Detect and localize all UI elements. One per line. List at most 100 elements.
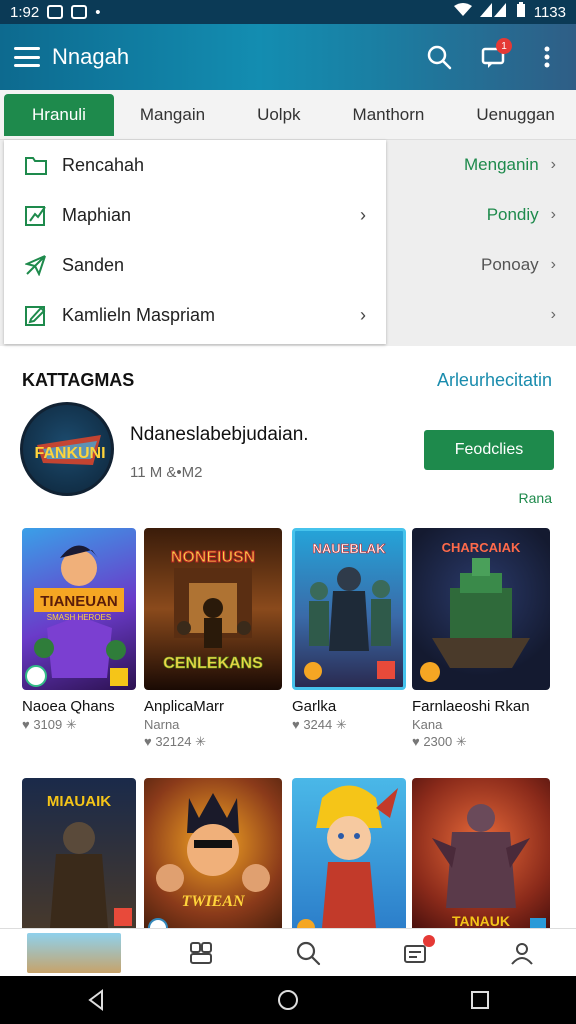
nav-library[interactable]: [385, 933, 445, 973]
side-item-label: Ponoay: [481, 255, 539, 274]
chart-icon: [24, 203, 48, 227]
wifi-icon: [453, 3, 472, 21]
side-item-more[interactable]: ›: [390, 290, 576, 340]
chevron-right-icon: ›: [550, 206, 556, 223]
send-icon: [24, 253, 48, 277]
game-name: Naoea Qhans: [22, 698, 115, 715]
game-card[interactable]: [292, 778, 406, 940]
featured-game-avatar[interactable]: FANKUNI: [20, 402, 114, 496]
home-button[interactable]: [266, 978, 310, 1022]
search-button[interactable]: [424, 42, 454, 72]
nav-home[interactable]: [24, 932, 124, 973]
bottom-navigation: [0, 928, 576, 976]
game-cover[interactable]: NAUEBLAK: [292, 528, 406, 690]
menu-item-label: Rencahah: [62, 154, 145, 175]
nav-categories[interactable]: [171, 933, 231, 973]
section-title: KATTAGMAS: [22, 370, 135, 390]
chevron-right-icon: ›: [360, 204, 366, 225]
menu-item-label: Kamlieln Maspriam: [62, 304, 216, 325]
back-button[interactable]: [74, 978, 118, 1022]
game-meta: Narna: [144, 717, 180, 732]
game-cover[interactable]: CHARCAIAK: [412, 528, 550, 690]
game-name: AnplicaMarr: [144, 698, 225, 715]
game-meta-secondary: ♥ 32124 ✳: [144, 734, 206, 749]
tab-uolpk[interactable]: Uolpk: [231, 94, 326, 136]
dot-icon: •: [95, 3, 101, 21]
game-card[interactable]: CHARCAIAK Farnlaeoshi Rkan Kana ♥ 2300 ✳: [412, 528, 550, 750]
game-card[interactable]: MIAUAIK: [22, 778, 136, 940]
cover-title: TIANEUAN: [40, 593, 118, 610]
side-item-label: Menganin: [464, 155, 539, 174]
categories-section: KATTAGMAS Arleurhecitatin FANKUNI Ndanes…: [4, 352, 574, 940]
side-item-menganin[interactable]: Menganin ›: [390, 140, 576, 190]
menu-item-sanden[interactable]: Sanden: [4, 240, 386, 290]
featured-action-button[interactable]: Feodclies: [424, 430, 554, 470]
tab-mangain[interactable]: Mangain: [114, 94, 231, 136]
side-item-ponoay[interactable]: Ponoay ›: [390, 240, 576, 290]
profile-icon: [511, 942, 534, 965]
notification-dot: [423, 934, 436, 947]
cover-subtitle: SMASH HEROES: [47, 613, 111, 622]
categories-icon: [189, 941, 212, 964]
game-cover[interactable]: TIANEUAN SMASH HEROES: [22, 528, 136, 690]
overflow-menu-button[interactable]: [532, 42, 562, 72]
notifications-button[interactable]: 1: [478, 38, 512, 72]
game-cover[interactable]: MIAUAIK: [22, 778, 136, 940]
menu-item-maphian[interactable]: Maphian ›: [4, 190, 386, 240]
game-cover[interactable]: [292, 778, 406, 940]
game-cover[interactable]: NONEIUSN CENLEKANS: [144, 528, 282, 690]
search-icon: [427, 45, 452, 70]
cover-subtitle: TWIEAN: [181, 893, 246, 910]
battery-level: 1133: [533, 3, 566, 21]
game-card[interactable]: TIANEUAN SMASH HEROES Naoea Qhans ♥ 3109…: [22, 528, 136, 733]
game-meta: ♥ 3244 ✳: [292, 717, 347, 732]
system-navigation: [0, 976, 576, 1024]
more-vert-icon: [544, 46, 550, 68]
tab-hranuli[interactable]: Hranuli: [4, 93, 114, 136]
game-name: Garlka: [292, 698, 337, 715]
search-icon: [296, 941, 321, 965]
screen: 1:92 • 1133 Nnagah 1 Hranuli Mangain Uol…: [0, 0, 576, 1024]
cover-title: CHARCAIAK: [442, 540, 521, 555]
menu-item-label: Maphian: [62, 204, 132, 225]
chevron-right-icon: ›: [550, 306, 556, 323]
battery-icon: [516, 2, 526, 22]
featured-link[interactable]: Rana: [519, 490, 552, 506]
chevron-right-icon: ›: [550, 156, 556, 173]
hamburger-menu-icon[interactable]: [14, 47, 40, 67]
status-time: 1:92: [10, 3, 40, 21]
game-meta-secondary: ♥ 2300 ✳: [412, 734, 467, 749]
game-card[interactable]: TANAUK: [412, 778, 550, 940]
game-meta: ♥ 3109 ✳: [22, 717, 77, 732]
cover-title: MIAUAIK: [47, 793, 111, 810]
featured-title: Ndaneslabebjudaian.: [130, 424, 309, 445]
game-cover[interactable]: TANAUK: [412, 778, 550, 940]
cover-title: NAUEBLAK: [313, 541, 387, 556]
game-card[interactable]: NONEIUSN CENLEKANS AnplicaMarr Narna ♥ 3…: [144, 528, 282, 750]
menu-item-rencahah[interactable]: Rencahah: [4, 140, 386, 190]
status-bar: 1:92 • 1133: [0, 0, 576, 24]
cover-subtitle: CENLEKANS: [163, 655, 263, 672]
section-link[interactable]: Arleurhecitatin: [437, 370, 552, 391]
game-card[interactable]: TWIEAN: [144, 778, 282, 940]
nav-search[interactable]: [278, 933, 338, 973]
tab-bar: Hranuli Mangain Uolpk Manthorn Uenuggan: [0, 90, 576, 140]
game-cover[interactable]: TWIEAN: [144, 778, 282, 940]
menu-item-label: Sanden: [62, 254, 125, 275]
nav-profile[interactable]: [492, 933, 552, 973]
recents-icon: [471, 991, 489, 1009]
chevron-right-icon: ›: [360, 304, 366, 325]
featured-subtitle: 11 M &•M2: [130, 464, 203, 481]
game-meta: Kana: [412, 717, 443, 732]
side-item-label: Pondiy: [486, 205, 539, 224]
edit-icon: [24, 303, 48, 327]
chevron-right-icon: ›: [550, 256, 556, 273]
app-title: Nnagah: [52, 44, 130, 69]
tab-uenuggan[interactable]: Uenuggan: [450, 94, 576, 136]
tab-manthorn[interactable]: Manthorn: [327, 94, 451, 136]
recents-button[interactable]: [458, 978, 502, 1022]
cover-title: NONEIUSN: [171, 549, 255, 566]
side-item-pondiy[interactable]: Pondiy ›: [390, 190, 576, 240]
game-card[interactable]: NAUEBLAK Garlka ♥ 3244 ✳: [292, 528, 406, 733]
menu-item-kamlieln-maspriam[interactable]: Kamlieln Maspriam ›: [4, 290, 386, 340]
